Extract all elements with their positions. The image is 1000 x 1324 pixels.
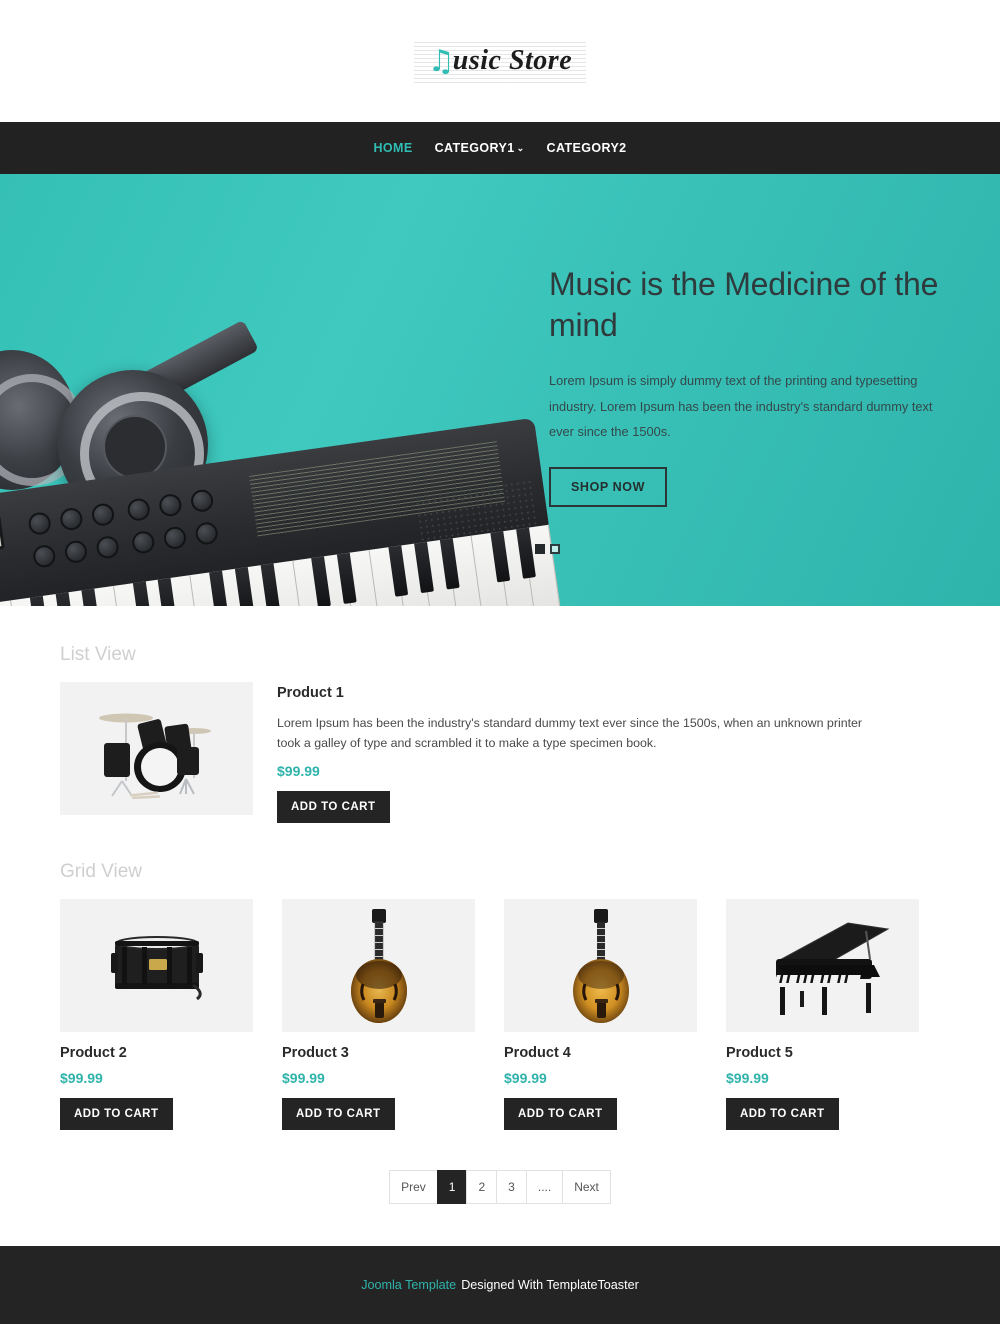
product-2-name: Product 2 bbox=[60, 1045, 127, 1062]
hero-description: Lorem Ipsum is simply dummy text of the … bbox=[549, 372, 933, 440]
hero-title: Music is the Medicine of the mind bbox=[549, 266, 939, 343]
product-5-image[interactable] bbox=[726, 899, 919, 1033]
product-4-price: $99.99 bbox=[504, 1070, 547, 1087]
product-1-image[interactable] bbox=[60, 682, 253, 815]
logo-text: usic Store bbox=[452, 45, 573, 76]
main-content: List View Product 1 Lorem Ipsum has been… bbox=[0, 606, 1000, 1247]
nav-item-category2-label: CATEGORY2 bbox=[546, 141, 627, 155]
product-2-image[interactable] bbox=[60, 899, 253, 1033]
nav-item-category2[interactable]: CATEGORY2 bbox=[547, 141, 627, 155]
add-to-cart-button-product-1[interactable]: ADD TO CART bbox=[277, 791, 390, 824]
archtop-guitar-icon bbox=[350, 908, 407, 1023]
footer-joomla-template-link[interactable]: Joomla Template bbox=[361, 1278, 456, 1292]
carousel-dot-2[interactable] bbox=[550, 544, 560, 554]
drum-kit-icon bbox=[98, 713, 211, 799]
product-card-3: Product 3 $99.99 ADD TO CART bbox=[282, 899, 475, 1131]
keyboard-knobs bbox=[22, 480, 259, 577]
pagination-prev[interactable]: Prev bbox=[389, 1170, 437, 1205]
add-to-cart-button-product-5[interactable]: ADD TO CART bbox=[726, 1098, 839, 1131]
grid-view-heading: Grid View bbox=[60, 861, 143, 883]
footer-credit-text: Designed With TemplateToaster bbox=[461, 1278, 639, 1293]
product-3-name: Product 3 bbox=[282, 1045, 349, 1062]
site-logo[interactable]: ♫ usic Store bbox=[413, 39, 587, 83]
pagination-page-3[interactable]: 3 bbox=[496, 1170, 526, 1205]
site-footer: Joomla Template Designed With TemplateTo… bbox=[0, 1246, 1000, 1324]
pagination-ellipsis: .... bbox=[525, 1170, 563, 1205]
pagination-page-1[interactable]: 1 bbox=[436, 1170, 467, 1205]
list-view-heading: List View bbox=[60, 644, 136, 665]
main-navigation: HOME CATEGORY1 ⌄ CATEGORY2 bbox=[0, 122, 1000, 174]
list-item: Product 1 Lorem Ipsum has been the indus… bbox=[60, 682, 940, 824]
add-to-cart-button-product-4[interactable]: ADD TO CART bbox=[504, 1098, 617, 1131]
product-grid: Product 2 $99.99 ADD TO CART Product 3 $… bbox=[60, 899, 940, 1131]
add-to-cart-button-product-3[interactable]: ADD TO CART bbox=[282, 1098, 395, 1131]
hero-content: Music is the Medicine of the mind Lorem … bbox=[549, 264, 949, 507]
chevron-down-icon: ⌄ bbox=[516, 142, 525, 153]
site-header: ♫ usic Store bbox=[0, 0, 1000, 122]
hero-carousel: Music is the Medicine of the mind Lorem … bbox=[0, 174, 1000, 606]
product-5-price: $99.99 bbox=[726, 1070, 769, 1087]
pagination-page-2[interactable]: 2 bbox=[466, 1170, 497, 1205]
archtop-guitar-icon bbox=[572, 908, 629, 1023]
add-to-cart-button-product-2[interactable]: ADD TO CART bbox=[60, 1098, 173, 1131]
nav-item-category1-label: CATEGORY1 bbox=[434, 141, 515, 155]
product-card-2: Product 2 $99.99 ADD TO CART bbox=[60, 899, 253, 1131]
product-card-5: Product 5 $99.99 ADD TO CART bbox=[726, 899, 919, 1131]
product-3-image[interactable] bbox=[282, 899, 475, 1033]
snare-drum-icon bbox=[110, 935, 203, 1000]
product-3-price: $99.99 bbox=[282, 1070, 325, 1087]
carousel-indicators bbox=[535, 544, 560, 554]
nav-item-category1[interactable]: CATEGORY1 ⌄ bbox=[435, 141, 525, 155]
product-2-price: $99.99 bbox=[60, 1070, 103, 1087]
product-1-description: Lorem Ipsum has been the industry's stan… bbox=[277, 716, 863, 751]
product-4-image[interactable] bbox=[504, 899, 697, 1033]
nav-item-home[interactable]: HOME bbox=[373, 141, 412, 155]
product-1-name: Product 1 bbox=[277, 685, 344, 701]
shop-now-button[interactable]: SHOP NOW bbox=[549, 466, 668, 507]
pagination: Prev 1 2 3 .... Next bbox=[60, 1170, 940, 1246]
carousel-dot-1[interactable] bbox=[535, 544, 545, 554]
product-card-4: Product 4 $99.99 ADD TO CART bbox=[504, 899, 697, 1131]
nav-item-home-label: HOME bbox=[373, 141, 413, 155]
product-5-name: Product 5 bbox=[726, 1045, 793, 1062]
product-1-info: Product 1 Lorem Ipsum has been the indus… bbox=[277, 682, 940, 824]
keyboard-display bbox=[0, 514, 5, 557]
music-note-icon: ♫ bbox=[427, 44, 455, 79]
grand-piano-icon bbox=[773, 922, 889, 1016]
pagination-next[interactable]: Next bbox=[562, 1170, 611, 1205]
product-1-price: $99.99 bbox=[277, 763, 320, 780]
product-4-name: Product 4 bbox=[504, 1045, 571, 1062]
